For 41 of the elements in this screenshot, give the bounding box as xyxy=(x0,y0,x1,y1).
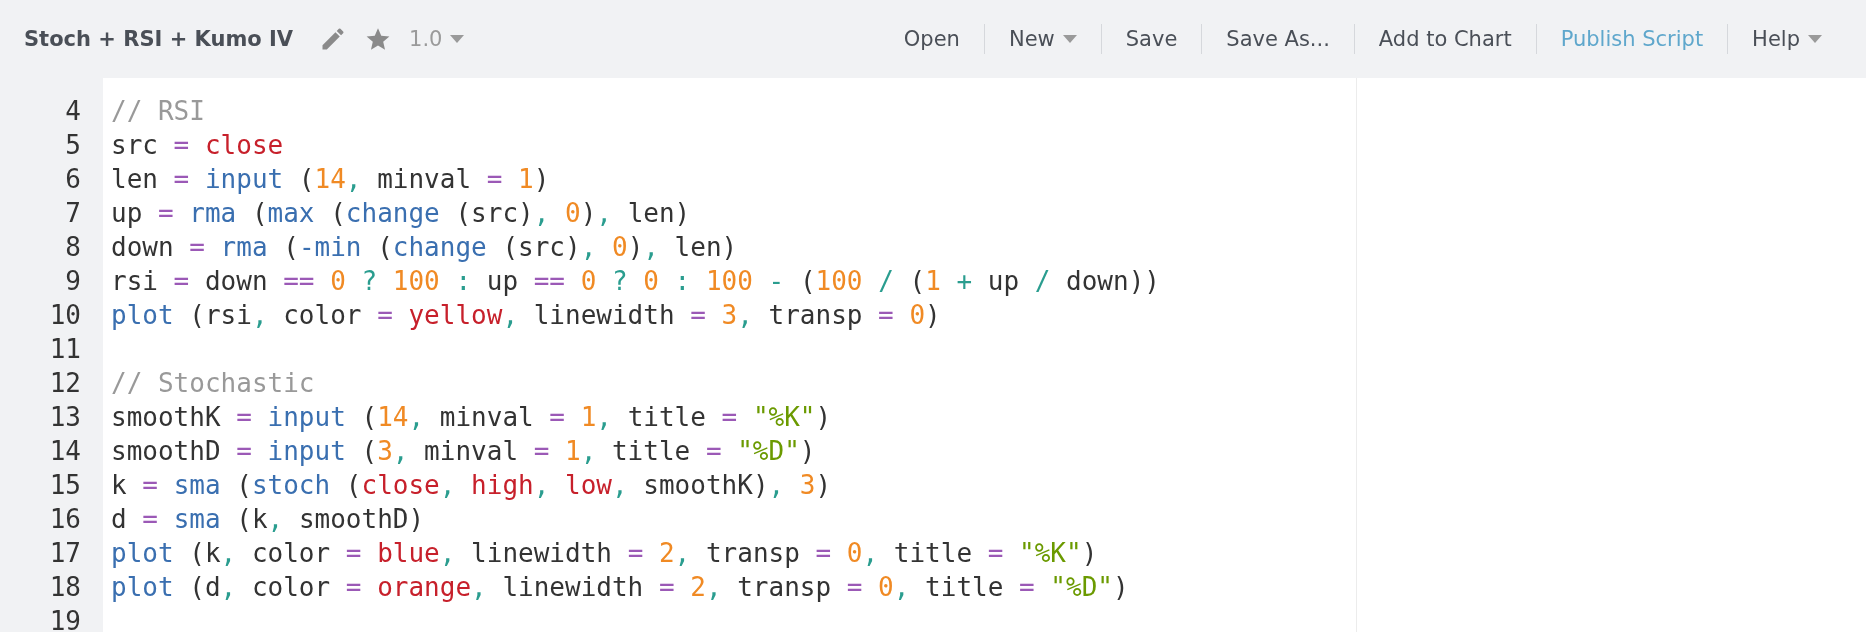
line-number: 16 xyxy=(48,503,82,536)
code-line: plot (rsi, color = yellow, linewidth = 3, transp = 0) xyxy=(111,300,941,330)
menu-button[interactable]: Save As... xyxy=(1202,27,1354,51)
code-line: len = input (14, minval = 1) xyxy=(111,164,550,194)
line-number: 13 xyxy=(48,401,82,434)
code-line: // RSI xyxy=(111,96,205,126)
menu-button[interactable]: Save xyxy=(1101,27,1202,51)
menu-button[interactable]: Help xyxy=(1728,27,1846,51)
menu-button[interactable]: New xyxy=(984,27,1101,51)
line-number: 19 xyxy=(48,605,82,632)
line-number: 10 xyxy=(48,299,82,332)
caret-icon xyxy=(450,35,465,43)
menu-button[interactable]: Open xyxy=(879,27,984,51)
line-number: 8 xyxy=(64,231,82,264)
code-line: src = close xyxy=(111,130,284,160)
code-line: rsi = down == 0 ? 100 : up == 0 ? 0 : 100 - (100 / (1 + up / down)) xyxy=(111,266,1160,296)
line-number: 4 xyxy=(64,95,82,128)
line-number: 6 xyxy=(64,163,82,196)
line-number: 12 xyxy=(48,367,82,400)
line-number: 14 xyxy=(48,435,82,468)
line-number: 17 xyxy=(48,537,82,570)
menu-button[interactable]: Add to Chart xyxy=(1354,27,1536,51)
script-title: Stoch + RSI + Kumo IV xyxy=(24,27,294,51)
caret-icon xyxy=(1808,35,1822,43)
code-line: // Stochastic xyxy=(111,368,315,398)
code-line: plot (k, color = blue, linewidth = 2, transp = 0, title = "%K") xyxy=(111,538,1098,568)
code-line: d = sma (k, smoothD) xyxy=(111,504,425,534)
line-number: 15 xyxy=(48,469,82,502)
line-number: 11 xyxy=(48,333,82,366)
code-line: plot (d, color = orange, linewidth = 2, transp = 0, title = "%D") xyxy=(111,572,1129,602)
code-line: down = rma (-min (change (src), 0), len) xyxy=(111,232,738,262)
star-icon[interactable] xyxy=(365,26,392,52)
caret-icon xyxy=(1062,35,1077,43)
code-line: k = sma (stoch (close, high, low, smoothK), 3) xyxy=(111,470,832,500)
line-number: 5 xyxy=(64,129,82,162)
line-number: 18 xyxy=(48,571,82,604)
code-line: smoothD = input (3, minval = 1, title = "%D") xyxy=(111,436,816,466)
line-number: 9 xyxy=(64,265,82,298)
line-number: 7 xyxy=(64,197,82,230)
code-line: smoothK = input (14, minval = 1, title = "%K") xyxy=(111,402,832,432)
code-line: up = rma (max (change (src), 0), len) xyxy=(111,198,691,228)
